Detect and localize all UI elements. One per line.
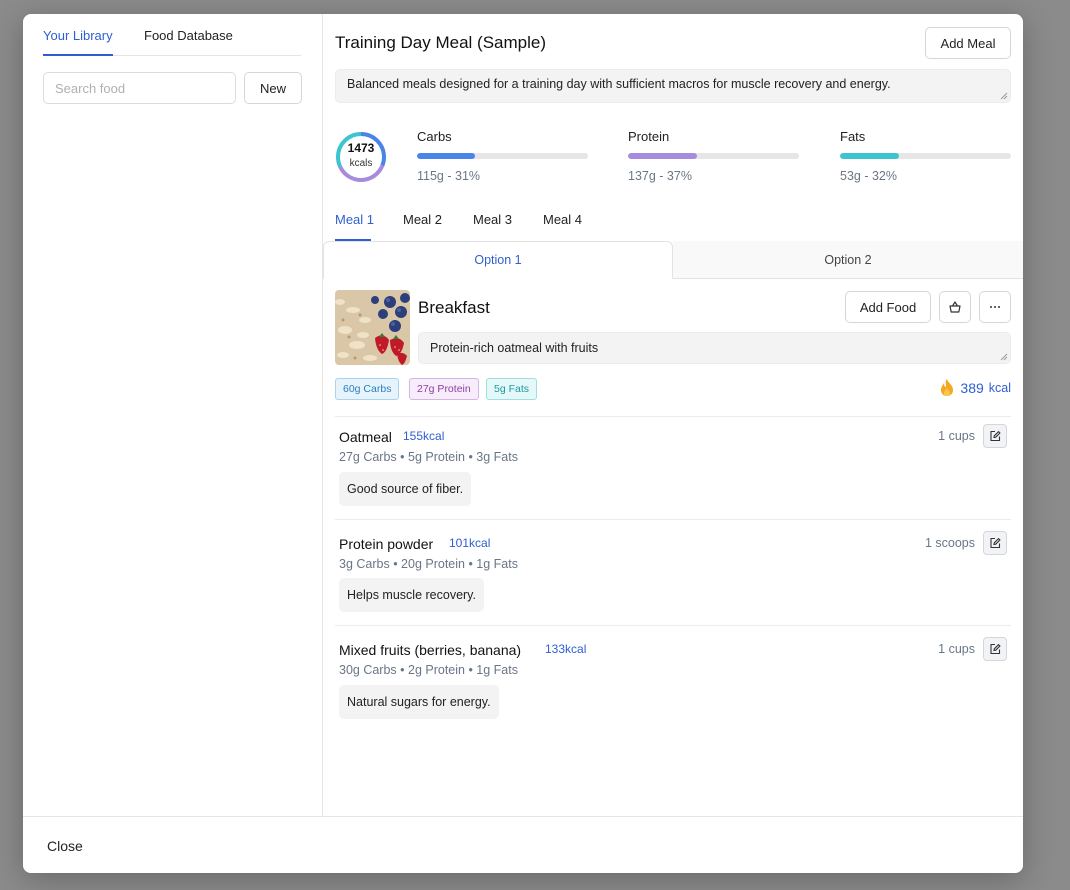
plan-panel: Training Day Meal (Sample) Add Meal Bala… bbox=[323, 14, 1023, 816]
macro-progress-bar bbox=[628, 153, 799, 159]
library-panel: Your Library Food Database New bbox=[23, 14, 323, 816]
more-options-button[interactable] bbox=[979, 291, 1011, 323]
tab-option-2[interactable]: Option 2 bbox=[673, 241, 1023, 279]
macro-protein: Protein 137g - 37% bbox=[628, 129, 799, 183]
macro-progress-fill bbox=[840, 153, 900, 159]
food-kcal: 101kcal bbox=[449, 536, 491, 550]
meal-kcal-value: 389 bbox=[960, 379, 984, 396]
food-kcal: 133kcal bbox=[545, 642, 587, 656]
food-macros: 30g Carbs • 2g Protein • 1g Fats bbox=[339, 663, 518, 677]
macro-badge-fats: 5g Fats bbox=[486, 378, 538, 400]
food-kcal: 155kcal bbox=[403, 429, 445, 443]
add-food-button[interactable]: Add Food bbox=[845, 291, 931, 323]
meal-calories: 389 kcal bbox=[939, 378, 1011, 397]
meal-plan-modal: Your Library Food Database New Training … bbox=[23, 14, 1023, 873]
food-note: Natural sugars for energy. bbox=[339, 685, 499, 719]
option-tabs: Option 2 Option 1 bbox=[323, 241, 1023, 279]
divider bbox=[335, 519, 1011, 520]
macro-label: Protein bbox=[628, 129, 670, 144]
modal-footer: Close bbox=[23, 816, 1023, 873]
macro-label: Fats bbox=[840, 129, 866, 144]
food-quantity: 1 cups bbox=[938, 642, 975, 656]
active-tab-indicator bbox=[43, 54, 113, 56]
resize-handle-icon[interactable] bbox=[1000, 353, 1008, 361]
macro-badge-protein: 27g Protein bbox=[409, 378, 479, 400]
close-button[interactable]: Close bbox=[47, 838, 83, 854]
meal-kcal-unit: kcal bbox=[988, 380, 1011, 395]
macro-progress-fill bbox=[417, 153, 475, 159]
food-quantity: 1 cups bbox=[938, 429, 975, 443]
meal-description-field[interactable]: Protein-rich oatmeal with fruits bbox=[418, 332, 1011, 364]
macro-progress-bar bbox=[417, 153, 588, 159]
fire-icon bbox=[941, 379, 954, 396]
food-name: Protein powder bbox=[339, 536, 434, 552]
calorie-total: 1473 bbox=[347, 141, 375, 155]
macro-progress-bar bbox=[840, 153, 1011, 159]
plan-description-text: Balanced meals designed for a training d… bbox=[347, 77, 891, 91]
search-food-input[interactable] bbox=[43, 72, 236, 104]
food-note: Good source of fiber. bbox=[339, 472, 472, 506]
tab-option-1[interactable]: Option 1 bbox=[323, 241, 673, 279]
edit-food-button[interactable] bbox=[983, 637, 1007, 661]
more-icon bbox=[990, 306, 1000, 308]
macro-fats: Fats 53g - 32% bbox=[840, 129, 1011, 183]
tab-meal-1[interactable]: Meal 1 bbox=[335, 212, 374, 227]
tab-meal-3[interactable]: Meal 3 bbox=[473, 212, 512, 227]
add-meal-button[interactable]: Add Meal bbox=[925, 27, 1011, 59]
basket-button[interactable] bbox=[939, 291, 971, 323]
tab-meal-2[interactable]: Meal 2 bbox=[403, 212, 442, 227]
macro-label: Carbs bbox=[417, 129, 452, 144]
edit-food-button[interactable] bbox=[983, 531, 1007, 555]
food-macros: 3g Carbs • 20g Protein • 1g Fats bbox=[339, 557, 518, 571]
resize-handle-icon[interactable] bbox=[1000, 92, 1008, 100]
divider bbox=[335, 625, 1011, 626]
edit-icon bbox=[990, 430, 1001, 442]
macro-value: 137g - 37% bbox=[628, 169, 692, 183]
tab-food-database[interactable]: Food Database bbox=[144, 28, 233, 43]
food-macros: 27g Carbs • 5g Protein • 3g Fats bbox=[339, 450, 518, 464]
calorie-ring bbox=[336, 132, 386, 182]
divider bbox=[335, 416, 1011, 417]
food-quantity: 1 scoops bbox=[924, 536, 975, 550]
new-food-button[interactable]: New bbox=[244, 72, 302, 104]
food-name: Oatmeal bbox=[339, 429, 392, 445]
edit-icon bbox=[990, 643, 1001, 655]
meal-description-text: Protein-rich oatmeal with fruits bbox=[430, 341, 599, 355]
macro-badge-carbs: 60g Carbs bbox=[335, 378, 400, 400]
macro-carbs: Carbs 115g - 31% bbox=[417, 129, 588, 183]
plan-description-field[interactable]: Balanced meals designed for a training d… bbox=[335, 69, 1011, 103]
meal-name: Breakfast bbox=[418, 298, 490, 317]
meal-image bbox=[335, 290, 410, 365]
library-tabs: Your Library Food Database bbox=[43, 14, 301, 56]
basket-icon bbox=[949, 301, 961, 313]
edit-icon bbox=[990, 537, 1001, 549]
calorie-unit: kcals bbox=[349, 158, 373, 169]
plan-title: Training Day Meal (Sample) bbox=[335, 33, 546, 52]
edit-food-button[interactable] bbox=[983, 424, 1007, 448]
macro-progress-fill bbox=[628, 153, 697, 159]
food-note: Helps muscle recovery. bbox=[339, 578, 484, 612]
macro-value: 115g - 31% bbox=[417, 169, 481, 183]
tab-meal-4[interactable]: Meal 4 bbox=[543, 212, 582, 227]
food-name: Mixed fruits (berries, banana) bbox=[339, 642, 522, 658]
macro-value: 53g - 32% bbox=[840, 169, 897, 183]
tab-your-library[interactable]: Your Library bbox=[43, 28, 113, 43]
